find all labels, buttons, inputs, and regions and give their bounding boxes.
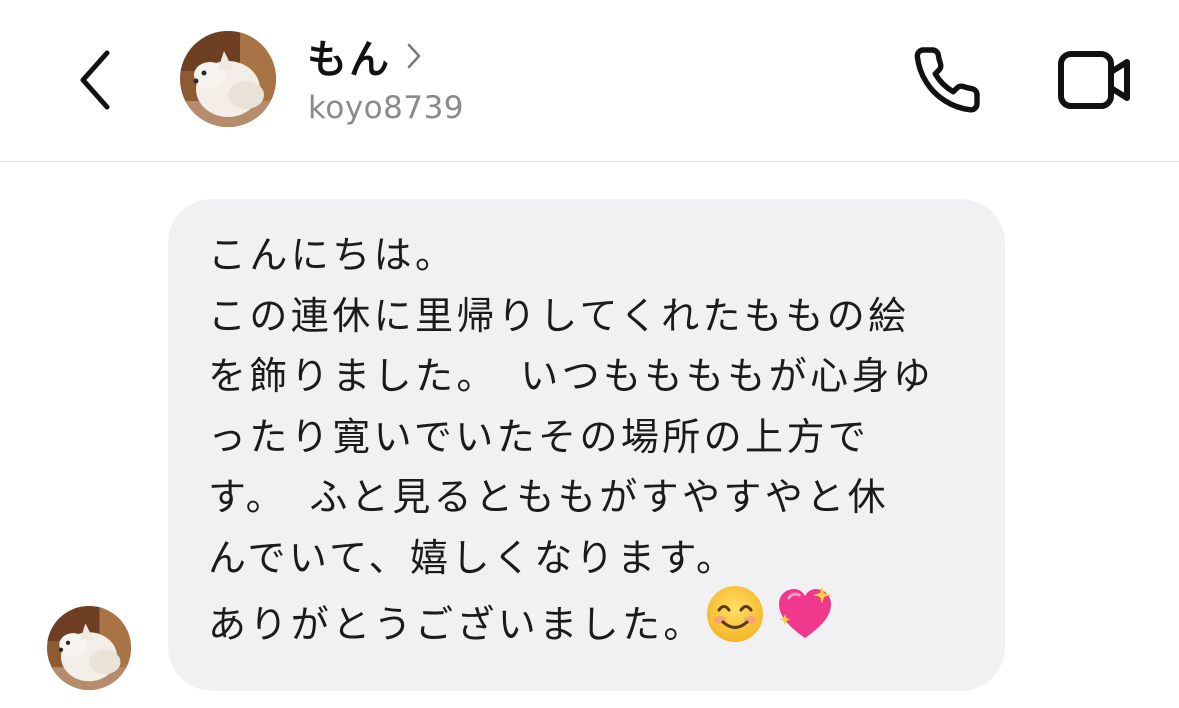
message-line: んでいて、嬉しくなります。 — [208, 535, 738, 580]
incoming-message-bubble[interactable]: こんにちは。 この連休に里帰りしてくれたももの絵 を飾りました。 いつももももが… — [168, 199, 1005, 691]
sender-avatar[interactable] — [47, 606, 131, 690]
chevron-right-icon — [405, 41, 423, 71]
phone-icon — [914, 47, 980, 113]
chevron-left-icon — [80, 50, 110, 110]
contact-avatar[interactable] — [180, 31, 276, 127]
message-line: こんにちは。 — [208, 233, 457, 277]
message-line: す。 ふと見るとももがすやすやと休 — [208, 475, 890, 519]
sparkling-heart-emoji-icon — [775, 584, 835, 662]
smiling-face-emoji-icon — [705, 584, 765, 662]
audio-call-button[interactable] — [905, 38, 989, 122]
message-line: この連休に里帰りしてくれたももの絵 — [208, 293, 910, 338]
video-call-button[interactable] — [1050, 38, 1140, 122]
contact-name-link[interactable]: もん — [307, 28, 423, 84]
contact-name: もん — [307, 37, 391, 83]
back-button[interactable] — [60, 40, 130, 120]
message-last-line: ありがとうございました。 — [208, 586, 975, 666]
message-line: ったり寛いでいたその場所の上方で — [208, 414, 870, 459]
video-camera-icon — [1058, 51, 1130, 109]
thread-header: もん koyo8739 — [0, 0, 1179, 162]
contact-username: koyo8739 — [308, 90, 465, 126]
dm-thread-screen: もん koyo8739 こんにちは。 この連休に里帰りしてくれたももの絵 を飾り… — [0, 0, 1179, 708]
message-line: を飾りました。 いつももももが心身ゆ — [208, 354, 935, 398]
message-line-text: ありがとうございました。 — [208, 602, 705, 647]
